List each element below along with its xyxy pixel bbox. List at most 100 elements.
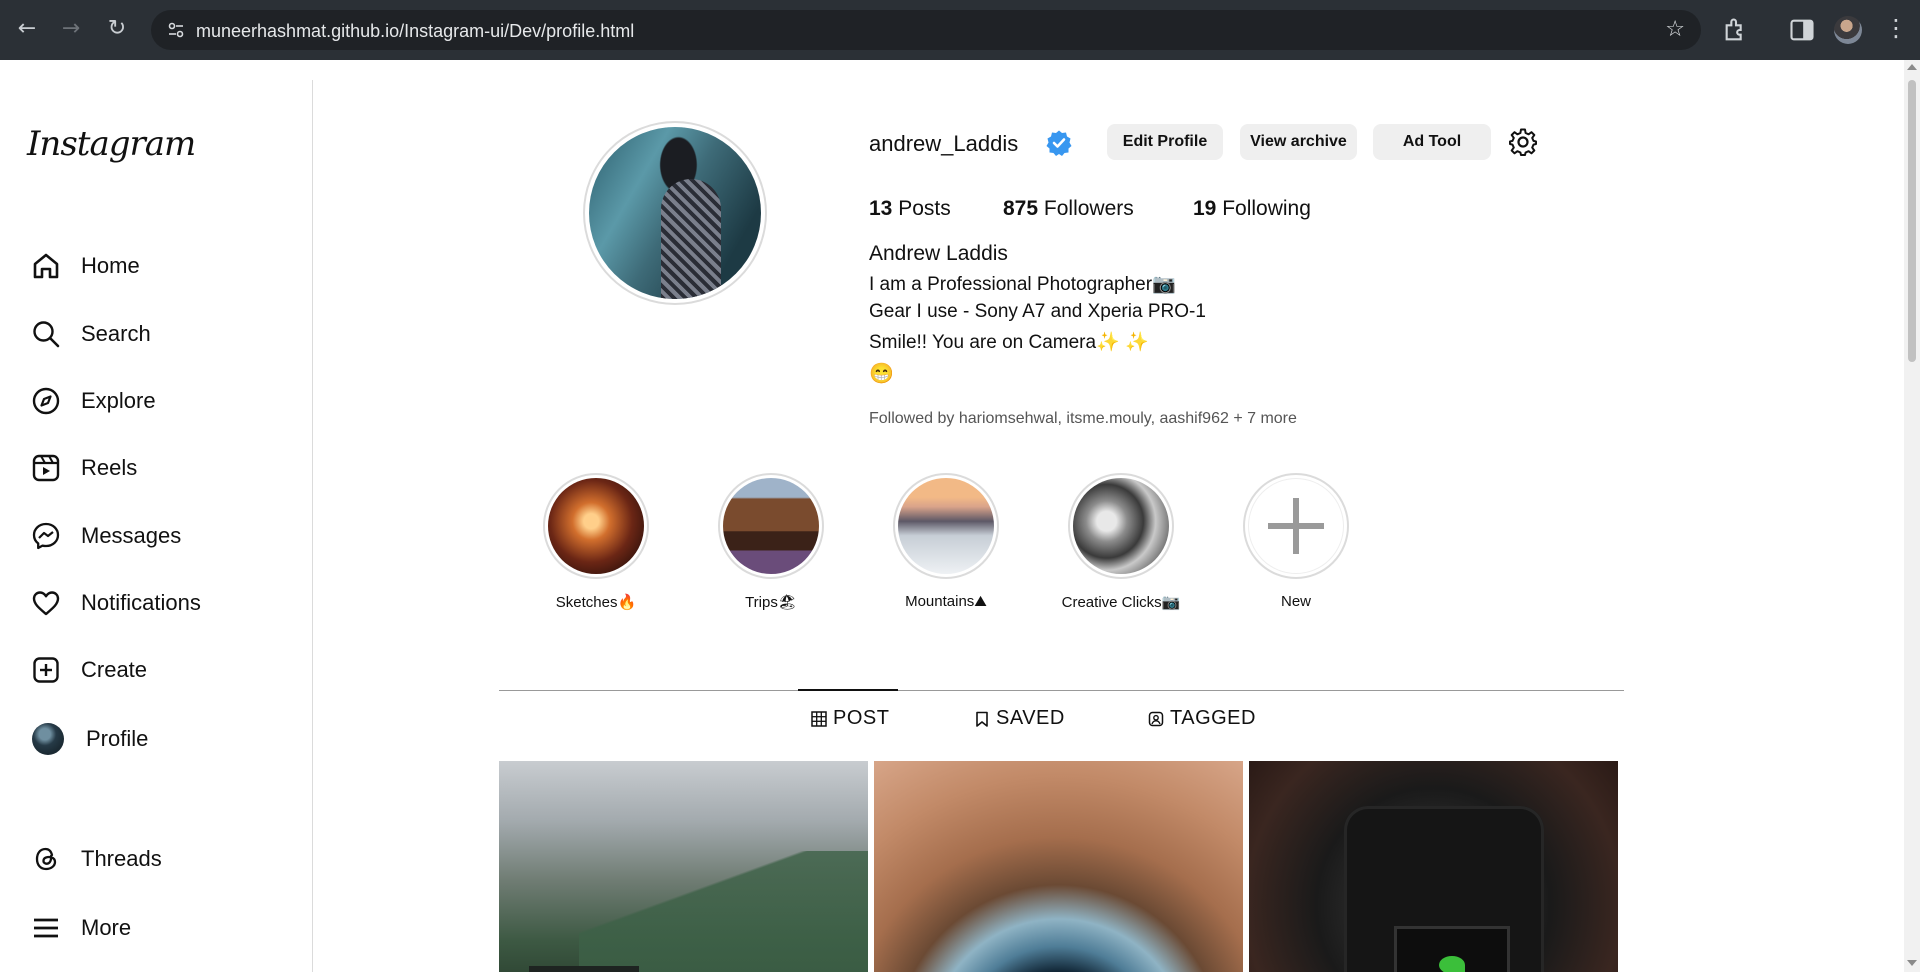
sidebar-item-label: Threads — [81, 846, 162, 871]
post-thumbnail[interactable] — [1249, 761, 1618, 972]
plus-icon — [1248, 478, 1344, 574]
scroll-down-arrow-icon[interactable] — [1907, 960, 1917, 966]
highlight-thumbnail — [898, 478, 994, 574]
highlight-label: Trips🏖 — [745, 594, 797, 611]
extensions-icon[interactable] — [1722, 16, 1750, 44]
new-highlight-button[interactable]: New — [1216, 473, 1376, 610]
sidebar-item-home[interactable]: Home — [30, 244, 290, 288]
grid-icon — [811, 710, 827, 727]
bookmark-star-icon[interactable]: ☆ — [1665, 17, 1685, 42]
reels-icon — [30, 452, 62, 484]
sidebar-item-label: Home — [81, 253, 140, 278]
posts-count: 13 — [869, 197, 893, 220]
instagram-logo[interactable]: Instagram — [27, 124, 196, 164]
tab-label: POST — [833, 707, 890, 729]
tab-saved[interactable]: SAVED — [974, 707, 1065, 730]
url-text[interactable]: muneerhashmat.github.io/Instagram-ui/Dev… — [196, 21, 634, 42]
forward-icon[interactable]: → — [56, 14, 86, 44]
sidebar-item-threads[interactable]: Threads — [30, 837, 290, 881]
bio-line: Smile!! You are on Camera✨ ✨ — [869, 332, 1149, 353]
threads-icon — [30, 843, 62, 875]
post-thumbnail[interactable] — [499, 761, 868, 972]
explore-icon — [30, 385, 62, 417]
tab-label: SAVED — [996, 707, 1065, 729]
highlight-item[interactable]: Mountains⛰ — [866, 473, 1026, 610]
back-icon[interactable]: ← — [12, 14, 42, 44]
bio-line: I am a Professional Photographer📷 — [869, 274, 1176, 295]
sidebar-item-search[interactable]: Search — [30, 312, 290, 356]
sidebar-item-label: More — [81, 915, 132, 940]
home-icon — [30, 250, 62, 282]
sidebar: Instagram Home Search Explore Reels Mess… — [0, 80, 313, 972]
profile-photo — [589, 127, 761, 299]
page-scrollbar[interactable] — [1904, 60, 1920, 972]
profile-username: andrew_Laddis — [869, 131, 1019, 156]
view-archive-button[interactable]: View archive — [1240, 124, 1357, 160]
following-label: Following — [1222, 197, 1311, 220]
posts-label: Posts — [898, 197, 951, 220]
stat-followers[interactable]: 875 Followers — [1003, 197, 1134, 221]
tab-tagged[interactable]: TAGGED — [1148, 707, 1256, 730]
bio-line: Gear I use - Sony A7 and Xperia PRO-1 — [869, 301, 1206, 322]
active-tab-indicator — [798, 689, 898, 691]
edit-profile-button[interactable]: Edit Profile — [1107, 124, 1223, 160]
highlight-label: Creative Clicks📷 — [1061, 594, 1181, 611]
address-bar[interactable]: muneerhashmat.github.io/Instagram-ui/Dev… — [151, 10, 1701, 50]
sidebar-item-label: Create — [81, 657, 148, 682]
tagged-icon — [1148, 711, 1164, 726]
followers-label: Followers — [1043, 197, 1134, 220]
search-icon — [30, 318, 62, 350]
followed-by-text[interactable]: Followed by hariomsehwal, itsme.mouly, a… — [869, 410, 1297, 428]
highlight-thumbnail — [1073, 478, 1169, 574]
highlight-item[interactable]: Trips🏖 — [691, 473, 851, 611]
scrollbar-thumb[interactable] — [1908, 80, 1916, 362]
highlight-thumbnail — [548, 478, 644, 574]
browser-profile-avatar[interactable] — [1834, 16, 1862, 44]
side-panel-icon[interactable] — [1788, 16, 1816, 44]
highlight-label: New — [1280, 593, 1311, 610]
sidebar-item-reels[interactable]: Reels — [30, 446, 290, 490]
page-content: Instagram Home Search Explore Reels Mess… — [0, 60, 1904, 972]
highlight-item[interactable]: Sketches🔥 — [516, 473, 676, 611]
messages-icon — [30, 520, 62, 552]
sidebar-item-messages[interactable]: Messages — [30, 514, 290, 558]
gear-icon[interactable] — [1508, 127, 1538, 157]
sidebar-item-label: Profile — [86, 726, 149, 751]
menu-icon — [30, 912, 62, 944]
site-info-icon[interactable] — [167, 21, 185, 39]
tab-post[interactable]: POST — [811, 707, 889, 730]
browser-menu-icon[interactable]: ⋮ — [1884, 14, 1908, 42]
highlight-item[interactable]: Creative Clicks📷 — [1041, 473, 1201, 611]
sidebar-item-more[interactable]: More — [30, 906, 290, 950]
post-image-detail — [1439, 956, 1465, 972]
verified-badge-icon — [1046, 130, 1072, 156]
bookmark-icon — [976, 711, 988, 727]
sidebar-item-label: Messages — [81, 523, 182, 548]
following-count: 19 — [1193, 197, 1217, 220]
profile-full-name: Andrew Laddis — [869, 242, 1008, 265]
sidebar-item-label: Notifications — [81, 590, 201, 615]
sidebar-item-notifications[interactable]: Notifications — [30, 581, 290, 625]
create-icon — [30, 654, 62, 686]
sidebar-item-label: Search — [81, 321, 151, 346]
heart-icon — [30, 587, 62, 619]
profile-avatar[interactable] — [583, 121, 767, 305]
followers-count: 875 — [1003, 197, 1039, 220]
avatar — [32, 723, 64, 755]
scroll-up-arrow-icon[interactable] — [1907, 64, 1917, 70]
sidebar-item-profile[interactable]: Profile — [32, 717, 292, 761]
stat-following[interactable]: 19 Following — [1193, 197, 1311, 221]
sidebar-item-explore[interactable]: Explore — [30, 379, 290, 423]
highlight-label: Sketches🔥 — [555, 594, 637, 611]
reload-icon[interactable]: ↻ — [102, 14, 132, 44]
post-thumbnail[interactable] — [874, 761, 1243, 972]
ad-tool-button[interactable]: Ad Tool — [1373, 124, 1491, 160]
bio-line: 😁 — [869, 363, 894, 385]
highlight-thumbnail — [723, 478, 819, 574]
tabs-divider — [499, 690, 1624, 691]
highlight-label: Mountains⛰ — [905, 593, 987, 610]
stat-posts[interactable]: 13 Posts — [869, 197, 951, 221]
tab-label: TAGGED — [1170, 707, 1256, 729]
sidebar-item-create[interactable]: Create — [30, 648, 290, 692]
sidebar-item-label: Reels — [81, 455, 138, 480]
